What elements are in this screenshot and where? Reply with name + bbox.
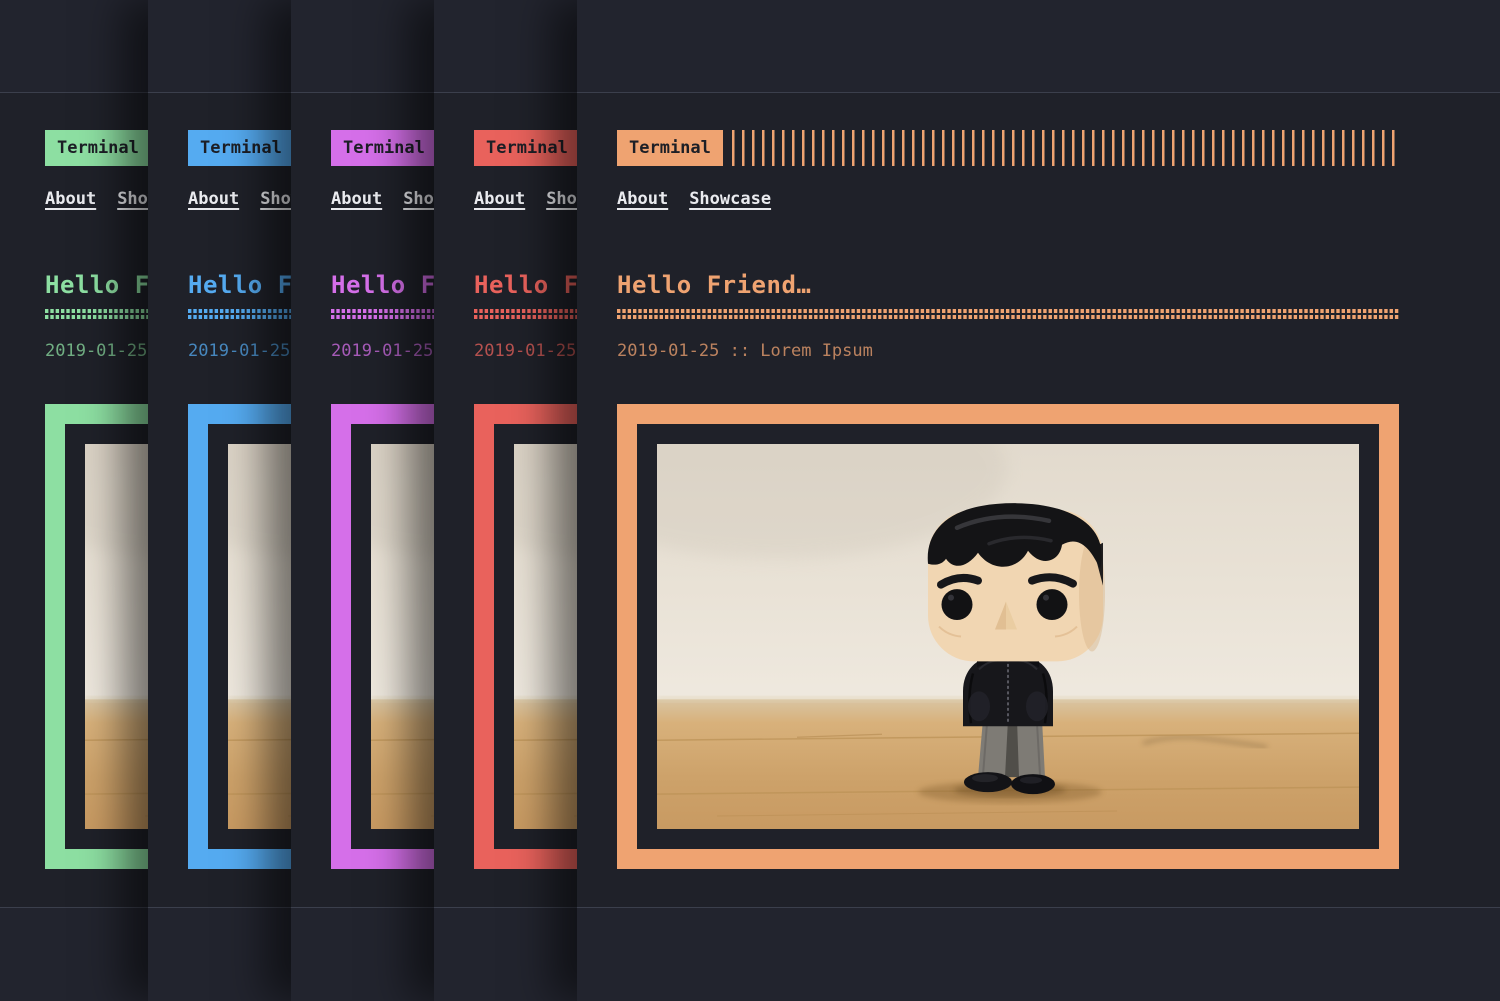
- post-title-divider: [617, 309, 1399, 319]
- logo-badge[interactable]: Terminal: [474, 130, 580, 166]
- logo-badge[interactable]: Terminal: [45, 130, 151, 166]
- logo-badge[interactable]: Terminal: [331, 130, 437, 166]
- figure-head: [928, 503, 1105, 661]
- nav-link-about[interactable]: About: [45, 189, 96, 209]
- terminal-theme-showcase: { "site": { "logo_text": "Terminal", "me…: [0, 0, 1500, 1000]
- post: Hello Friend… 2019-01-25 :: Lorem Ipsum: [617, 273, 1399, 869]
- post-title: Hello Friend…: [617, 273, 1399, 297]
- post-image-inner-frame: [637, 424, 1379, 849]
- panel-bottom-band: [577, 907, 1500, 1001]
- nav-link-about[interactable]: About: [188, 189, 239, 209]
- main-menu: About Showcase: [617, 189, 1500, 209]
- nav-link-about[interactable]: About: [617, 189, 668, 209]
- nav-link-about[interactable]: About: [331, 189, 382, 209]
- post-meta: 2019-01-25 :: Lorem Ipsum: [617, 343, 1399, 360]
- nav-link-about[interactable]: About: [474, 189, 525, 209]
- figure-jacket: [963, 651, 1053, 726]
- panel-top-band: [577, 0, 1500, 93]
- site-header: Terminal: [617, 130, 1399, 166]
- post-image-frame: [617, 404, 1399, 869]
- logo-badge[interactable]: Terminal: [188, 130, 294, 166]
- theme-panel-orange: Terminal About Showcase Hello Friend… 20…: [577, 0, 1500, 1000]
- funko-pop-photo: [657, 444, 1359, 829]
- nav-link-showcase[interactable]: Showcase: [689, 189, 771, 209]
- cursor-bars-decoration: [732, 130, 1399, 166]
- logo-badge[interactable]: Terminal: [617, 130, 723, 166]
- panel-content: Terminal About Showcase Hello Friend… 20…: [577, 130, 1500, 869]
